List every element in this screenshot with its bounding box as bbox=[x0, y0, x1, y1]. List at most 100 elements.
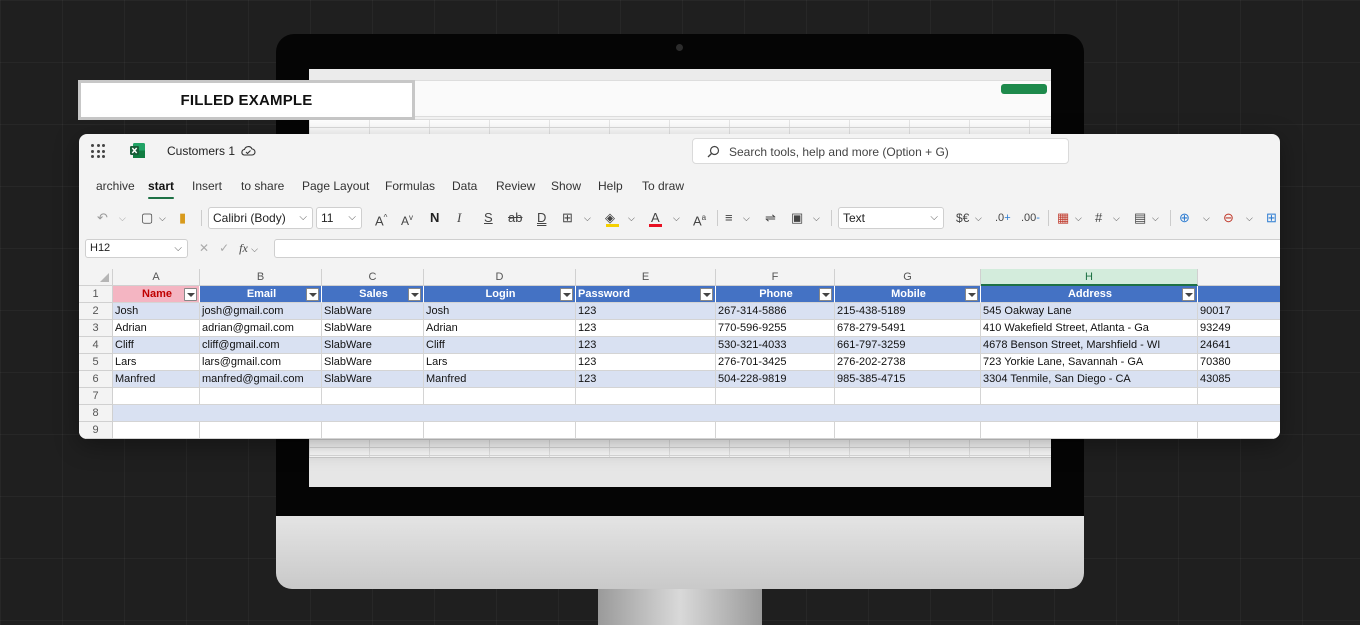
cell[interactable] bbox=[716, 422, 835, 439]
cell[interactable] bbox=[835, 422, 981, 439]
double-underline-button[interactable]: D bbox=[537, 209, 546, 227]
cell[interactable]: 43085 bbox=[1198, 371, 1280, 388]
undo-dropdown-icon[interactable]: ⌵ bbox=[119, 209, 126, 227]
cell[interactable] bbox=[576, 422, 716, 439]
row-number[interactable]: 8 bbox=[79, 405, 113, 422]
header-cell-phone[interactable]: Phone bbox=[716, 286, 835, 303]
cell[interactable]: lars@gmail.com bbox=[200, 354, 322, 371]
cell[interactable]: 267-314-5886 bbox=[716, 303, 835, 320]
cell[interactable]: 276-701-3425 bbox=[716, 354, 835, 371]
format-table-icon[interactable]: # bbox=[1095, 209, 1102, 227]
row-number[interactable]: 3 bbox=[79, 320, 113, 337]
cancel-icon[interactable]: ✕ bbox=[199, 241, 209, 255]
currency-icon[interactable]: $€ bbox=[956, 209, 969, 227]
cell[interactable]: 123 bbox=[576, 337, 716, 354]
currency-dropdown-icon[interactable]: ⌵ bbox=[975, 209, 982, 227]
column-header-a[interactable]: A bbox=[113, 269, 200, 286]
decrease-font-icon[interactable]: Av bbox=[401, 209, 413, 228]
cell[interactable] bbox=[981, 388, 1198, 405]
formula-input[interactable] bbox=[274, 239, 1280, 258]
delete-cells-dropdown-icon[interactable]: ⌵ bbox=[1246, 209, 1253, 227]
italic-button[interactable]: I bbox=[457, 209, 461, 227]
cell[interactable]: 123 bbox=[576, 354, 716, 371]
column-header-h[interactable]: H bbox=[981, 269, 1198, 286]
document-title[interactable]: Customers 1 bbox=[167, 144, 235, 158]
format-cells-icon[interactable]: ⊞ bbox=[1266, 209, 1277, 227]
filter-dropdown-icon[interactable] bbox=[184, 288, 197, 301]
cell[interactable] bbox=[716, 388, 835, 405]
cell[interactable]: Josh bbox=[424, 303, 576, 320]
cell[interactable]: SlabWare bbox=[322, 337, 424, 354]
column-header-b[interactable]: B bbox=[200, 269, 322, 286]
cell[interactable]: 661-797-3259 bbox=[835, 337, 981, 354]
cell[interactable]: josh@gmail.com bbox=[200, 303, 322, 320]
row-number[interactable]: 4 bbox=[79, 337, 113, 354]
column-header-d[interactable]: D bbox=[424, 269, 576, 286]
cell[interactable]: 90017 bbox=[1198, 303, 1280, 320]
cell[interactable]: 545 Oakway Lane bbox=[981, 303, 1198, 320]
header-cell-extra[interactable] bbox=[1198, 286, 1280, 303]
cell[interactable]: Adrian bbox=[424, 320, 576, 337]
column-header-f[interactable]: F bbox=[716, 269, 835, 286]
cell[interactable]: SlabWare bbox=[322, 371, 424, 388]
cell[interactable]: Manfred bbox=[113, 371, 200, 388]
cell[interactable]: manfred@gmail.com bbox=[200, 371, 322, 388]
cell-styles-icon[interactable]: ▤ bbox=[1134, 209, 1146, 227]
filter-dropdown-icon[interactable] bbox=[819, 288, 832, 301]
conditional-format-icon[interactable]: ▦ bbox=[1057, 209, 1069, 227]
tab-page-layout[interactable]: Page Layout bbox=[302, 179, 369, 193]
row-number[interactable]: 1 bbox=[79, 286, 113, 303]
borders-dropdown-icon[interactable]: ⌵ bbox=[584, 209, 591, 227]
tab-to-draw[interactable]: To draw bbox=[642, 179, 684, 193]
cell[interactable] bbox=[981, 422, 1198, 439]
cell[interactable]: 4678 Benson Street, Marshfield - WI bbox=[981, 337, 1198, 354]
cell[interactable]: adrian@gmail.com bbox=[200, 320, 322, 337]
cell[interactable] bbox=[835, 388, 981, 405]
tab-archive[interactable]: archive bbox=[96, 179, 135, 193]
cell[interactable] bbox=[322, 388, 424, 405]
filter-dropdown-icon[interactable] bbox=[560, 288, 573, 301]
tab-data[interactable]: Data bbox=[452, 179, 477, 193]
filter-dropdown-icon[interactable] bbox=[306, 288, 319, 301]
cell-styles-dropdown-icon[interactable]: ⌵ bbox=[1152, 209, 1159, 227]
row-number[interactable]: 7 bbox=[79, 388, 113, 405]
cell[interactable] bbox=[1198, 388, 1280, 405]
cell[interactable]: Josh bbox=[113, 303, 200, 320]
cell[interactable]: Adrian bbox=[113, 320, 200, 337]
filter-dropdown-icon[interactable] bbox=[408, 288, 421, 301]
cell[interactable]: Lars bbox=[424, 354, 576, 371]
row-number[interactable]: 2 bbox=[79, 303, 113, 320]
header-cell-sales[interactable]: Sales bbox=[322, 286, 424, 303]
cell[interactable] bbox=[576, 388, 716, 405]
cell[interactable]: 770-596-9255 bbox=[716, 320, 835, 337]
cell[interactable]: 530-321-4033 bbox=[716, 337, 835, 354]
row-number[interactable]: 5 bbox=[79, 354, 113, 371]
merge-dropdown-icon[interactable]: ⌵ bbox=[813, 209, 820, 227]
cell[interactable]: 123 bbox=[576, 303, 716, 320]
cell[interactable]: 24641 bbox=[1198, 337, 1280, 354]
align-icon[interactable]: ≡ bbox=[725, 209, 733, 227]
search-box[interactable] bbox=[692, 138, 1069, 164]
header-cell-email[interactable]: Email bbox=[200, 286, 322, 303]
header-cell-address[interactable]: Address bbox=[981, 286, 1198, 303]
decrease-decimal-icon[interactable]: .00- bbox=[1021, 209, 1040, 227]
column-header-g[interactable]: G bbox=[835, 269, 981, 286]
cell[interactable]: 276-202-2738 bbox=[835, 354, 981, 371]
confirm-icon[interactable]: ✓ bbox=[219, 241, 229, 255]
cell[interactable]: 215-438-5189 bbox=[835, 303, 981, 320]
app-launcher-icon[interactable] bbox=[91, 144, 105, 158]
cell[interactable] bbox=[200, 422, 322, 439]
cell[interactable] bbox=[113, 422, 200, 439]
underline-button[interactable]: S bbox=[484, 209, 493, 227]
undo-icon[interactable]: ↶ bbox=[97, 209, 108, 227]
tab-to-share[interactable]: to share bbox=[241, 179, 284, 193]
cell[interactable]: 3304 Tenmile, San Diego - CA bbox=[981, 371, 1198, 388]
fill-color-dropdown-icon[interactable]: ⌵ bbox=[628, 209, 635, 227]
tab-review[interactable]: Review bbox=[496, 179, 535, 193]
cell[interactable] bbox=[113, 388, 200, 405]
increase-decimal-icon[interactable]: .0+ bbox=[995, 209, 1011, 227]
cell[interactable] bbox=[424, 422, 576, 439]
cloud-saved-icon[interactable] bbox=[240, 144, 256, 158]
row-number[interactable]: 6 bbox=[79, 371, 113, 388]
name-box[interactable]: H12 ⌵ bbox=[85, 239, 188, 258]
